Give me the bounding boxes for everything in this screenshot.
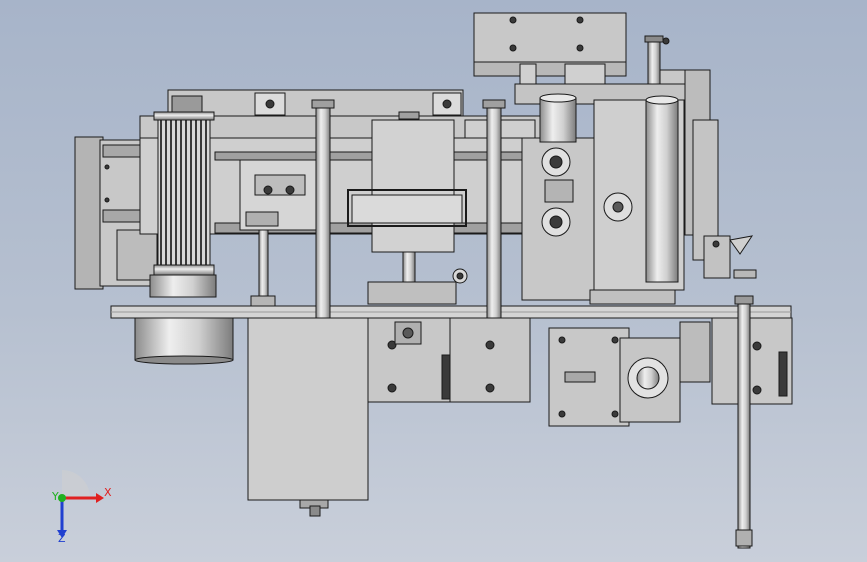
lower-right-block xyxy=(711,295,793,549)
right-side-bracket xyxy=(703,235,757,279)
ribbed-drive-drum xyxy=(149,95,217,298)
lower-right-cylinder-unit xyxy=(548,321,711,427)
gearbox-housing xyxy=(514,83,686,305)
main-base-plate xyxy=(110,305,792,319)
y-axis-label: Y xyxy=(51,490,59,503)
coordinate-triad: X Y Z xyxy=(51,470,112,545)
z-axis-label: Z xyxy=(58,532,66,545)
top-mounting-plate xyxy=(473,12,627,87)
lower-left-pulley xyxy=(134,317,234,365)
machine-assembly-drawing[interactable]: X Y Z xyxy=(0,0,867,562)
lower-motor-box xyxy=(247,317,369,517)
cad-viewport[interactable]: X Y Z xyxy=(0,0,867,562)
x-axis-label: X xyxy=(104,486,112,499)
lower-support-blocks xyxy=(367,317,531,403)
